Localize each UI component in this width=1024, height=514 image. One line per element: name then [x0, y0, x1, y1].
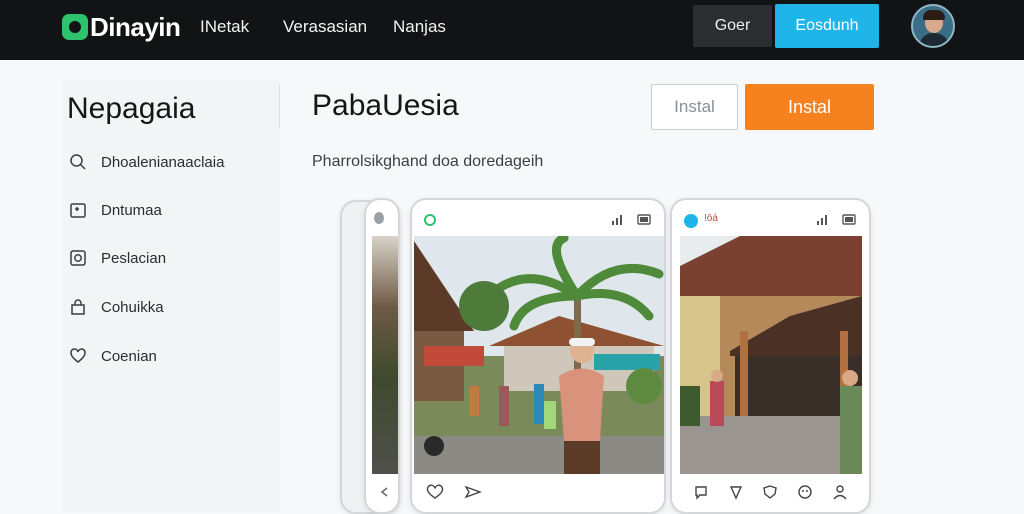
screenshot-left[interactable]	[364, 198, 400, 514]
sidebar-item-label: Dntumaa	[101, 201, 162, 219]
signal-icon	[612, 214, 651, 225]
smile-icon[interactable]	[797, 484, 813, 500]
photo	[372, 236, 398, 474]
status-text: !öá	[704, 213, 718, 224]
sidebar-title: Nepagaia	[67, 92, 196, 125]
camera-icon	[68, 248, 88, 268]
sidebar-item-label: Dhoalenianaaclaia	[101, 153, 225, 171]
app-logo[interactable]: Dinayin	[62, 10, 181, 44]
sidebar-item-4[interactable]: Cohuikka	[68, 295, 164, 319]
sidebar-item-1[interactable]: Dhoalenianaaclaia	[68, 150, 224, 174]
app-icon	[684, 214, 698, 228]
top-bar: Dinayin INetak Verasasian Nanjas Goer Eo…	[0, 0, 1024, 60]
avatar[interactable]	[911, 4, 955, 48]
app-icon	[424, 214, 436, 226]
profile-icon[interactable]	[832, 484, 848, 500]
heart-icon[interactable]	[426, 484, 444, 500]
primary-header-button[interactable]: Eosdunh	[775, 4, 879, 48]
logo-icon	[62, 14, 88, 40]
secondary-header-button[interactable]: Goer	[693, 5, 772, 47]
sidebar: Nepagaia Dhoalenianaaclaia Dntumaa Pesla…	[62, 80, 279, 512]
page-title: PabaUesia	[312, 89, 459, 122]
bag-icon	[68, 297, 88, 317]
nav-link-1[interactable]: INetak	[200, 17, 249, 37]
nav-link-2[interactable]: Verasasian	[283, 17, 367, 37]
temple-photo	[680, 236, 862, 474]
install-outline-button[interactable]: Instal	[651, 84, 738, 130]
chat-icon[interactable]	[693, 484, 709, 500]
sidebar-item-2[interactable]: Dntumaa	[68, 198, 162, 222]
search-icon	[68, 152, 88, 172]
sidebar-item-label: Cohuikka	[101, 298, 164, 316]
screenshot-right[interactable]: !öá	[670, 198, 871, 514]
logo-text: Dinayin	[90, 11, 181, 42]
divider	[279, 84, 280, 128]
sidebar-item-3[interactable]: Peslacian	[68, 246, 166, 270]
screenshot-center[interactable]	[410, 198, 666, 514]
send-icon[interactable]	[464, 484, 482, 500]
calendar-icon	[68, 200, 88, 220]
heart-icon	[68, 346, 88, 366]
signal-icon	[817, 214, 856, 225]
nav-link-3[interactable]: Nanjas	[393, 17, 446, 37]
tag-icon[interactable]	[728, 484, 744, 500]
chevron-left-icon	[380, 487, 388, 497]
shield-icon[interactable]	[762, 484, 778, 500]
village-photo	[414, 236, 664, 474]
install-button[interactable]: Instal	[745, 84, 874, 130]
sidebar-item-label: Coenian	[101, 347, 157, 365]
page-subtitle: Pharrolsikghand doa doredageih	[312, 153, 544, 170]
sidebar-item-5[interactable]: Coenian	[68, 344, 157, 368]
sidebar-item-label: Peslacian	[101, 249, 167, 267]
